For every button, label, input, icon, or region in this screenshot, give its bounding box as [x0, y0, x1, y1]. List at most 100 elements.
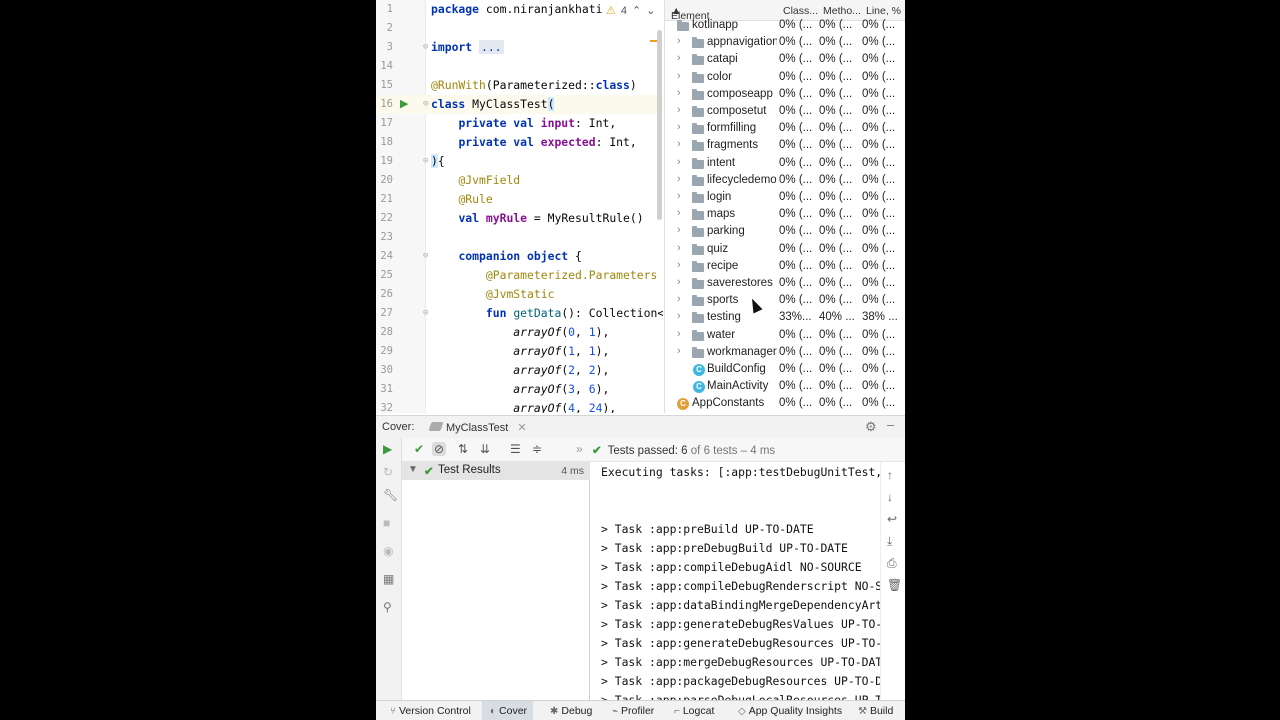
gear-icon[interactable]: ⚙	[865, 419, 877, 435]
line-number[interactable]: 31	[376, 380, 393, 399]
fold-icon[interactable]: ⊖	[423, 304, 428, 323]
line-number[interactable]: 29	[376, 342, 393, 361]
tab-logcat[interactable]: ⌐ Logcat	[674, 701, 714, 720]
line-number[interactable]: 30	[376, 361, 393, 380]
column-method[interactable]: Metho...	[823, 5, 861, 17]
code-text[interactable]: arrayOf(2, 2),	[431, 361, 609, 380]
chevron-right-icon[interactable]: ›	[677, 70, 681, 82]
coverage-row[interactable]: › workmanager 0% (... 0% (... 0% (...	[665, 345, 905, 362]
chevron-right-icon[interactable]: ›	[677, 138, 681, 150]
tab-version-control[interactable]: ⑂ Version Control	[390, 701, 471, 720]
coverage-row[interactable]: › maps 0% (... 0% (... 0% (...	[665, 207, 905, 224]
sort-alpha-icon[interactable]: ⇅	[458, 442, 468, 456]
code-line[interactable]: 32 arrayOf(4, 24),	[376, 399, 663, 413]
code-text[interactable]: arrayOf(0, 1),	[431, 323, 609, 342]
coverage-row[interactable]: › parking 0% (... 0% (... 0% (...	[665, 224, 905, 241]
code-line[interactable]: 31 arrayOf(3, 6),	[376, 380, 663, 399]
code-line[interactable]: 19){⊖	[376, 152, 663, 171]
sort-duration-icon[interactable]: ⇊	[480, 442, 490, 456]
code-text[interactable]: arrayOf(4, 24),	[431, 399, 616, 413]
rerun-failed-icon[interactable]: ↻	[383, 465, 393, 479]
coverage-row[interactable]: › testing 33%... 40% ... 38% ...	[665, 310, 905, 327]
coverage-row[interactable]: kotlinapp 0% (... 0% (... 0% (...	[665, 18, 905, 35]
chevron-up-icon[interactable]: ⌃	[632, 4, 641, 17]
line-number[interactable]: 20	[376, 171, 393, 190]
coverage-row[interactable]: C AppConstants 0% (... 0% (... 0% (...	[665, 396, 905, 413]
code-line[interactable]: 29 arrayOf(1, 1),	[376, 342, 663, 361]
trash-icon[interactable]: 🗑︎	[887, 578, 902, 592]
chevron-right-icon[interactable]: ›	[677, 156, 681, 168]
line-number[interactable]: 21	[376, 190, 393, 209]
coverage-row[interactable]: › color 0% (... 0% (... 0% (...	[665, 70, 905, 87]
expand-all-icon[interactable]: ☰	[510, 442, 521, 456]
code-line[interactable]: 14	[376, 57, 663, 76]
chevron-right-icon[interactable]: ›	[677, 207, 681, 219]
line-number[interactable]: 25	[376, 266, 393, 285]
more-icon[interactable]: »	[576, 442, 583, 456]
code-text[interactable]: import ...	[431, 38, 504, 57]
coverage-row[interactable]: › login 0% (... 0% (... 0% (...	[665, 190, 905, 207]
test-results-root[interactable]: ▼ ✔ Test Results 4 ms	[402, 462, 590, 480]
code-line[interactable]: 3 import ... ⊖	[376, 38, 663, 57]
coverage-row[interactable]: › water 0% (... 0% (... 0% (...	[665, 328, 905, 345]
inspection-widget[interactable]: ⚠ 4 ⌃ ⌄	[602, 4, 656, 17]
chevron-right-icon[interactable]: ›	[677, 173, 681, 185]
line-number[interactable]: 27	[376, 304, 393, 323]
soft-wrap-icon[interactable]: ↩	[887, 512, 897, 526]
code-text[interactable]: private val input: Int,	[431, 114, 616, 133]
code-line[interactable]: 30 arrayOf(2, 2),	[376, 361, 663, 380]
code-line[interactable]: 25 @Parameterized.Parameters	[376, 266, 663, 285]
coverage-row[interactable]: › recipe 0% (... 0% (... 0% (...	[665, 259, 905, 276]
line-number[interactable]: 24	[376, 247, 393, 266]
coverage-row[interactable]: C MainActivity 0% (... 0% (... 0% (...	[665, 379, 905, 396]
chevron-right-icon[interactable]: ›	[677, 121, 681, 133]
print-icon[interactable]: ⎙	[887, 556, 897, 571]
chevron-right-icon[interactable]: ›	[677, 310, 681, 322]
line-number[interactable]: 14	[376, 57, 393, 76]
column-element[interactable]: Element ▲	[671, 5, 710, 22]
eye-icon[interactable]: ◉	[383, 544, 393, 558]
code-line[interactable]: 24 companion object {⊖	[376, 247, 663, 266]
code-text[interactable]: @JvmField	[431, 171, 520, 190]
minimize-icon[interactable]: –	[887, 417, 894, 432]
code-line[interactable]: 28 arrayOf(0, 1),	[376, 323, 663, 342]
show-passed-icon[interactable]: ✔	[414, 442, 424, 456]
tab-build[interactable]: ⚒ Build	[858, 701, 893, 720]
tab-debug[interactable]: ✱ Debug	[550, 701, 592, 720]
fold-icon[interactable]: ⊖	[423, 247, 428, 266]
line-number[interactable]: 26	[376, 285, 393, 304]
line-number[interactable]: 22	[376, 209, 393, 228]
line-number[interactable]: 3	[376, 38, 393, 57]
code-text[interactable]: arrayOf(1, 1),	[431, 342, 609, 361]
arrow-up-icon[interactable]: ↑	[887, 468, 893, 482]
line-number[interactable]: 19	[376, 152, 393, 171]
code-line[interactable]: 23	[376, 228, 663, 247]
arrow-down-icon[interactable]: ↓	[887, 490, 893, 504]
chevron-down-icon[interactable]: ⌄	[646, 4, 655, 17]
stop-icon[interactable]: ■	[383, 516, 390, 530]
code-editor[interactable]: 1 package com.niranjankhati 2 3 import ... ⊖ 1…	[376, 0, 663, 413]
chevron-right-icon[interactable]: ›	[677, 293, 681, 305]
coverage-row[interactable]: › formfilling 0% (... 0% (... 0% (...	[665, 121, 905, 138]
collapse-all-icon[interactable]: ≑	[532, 442, 542, 456]
code-text[interactable]: val myRule = MyResultRule()	[431, 209, 643, 228]
line-number[interactable]: 2	[376, 19, 393, 38]
coverage-row[interactable]: C BuildConfig 0% (... 0% (... 0% (...	[665, 362, 905, 379]
show-ignored-icon[interactable]: ⊘	[432, 442, 447, 456]
code-line[interactable]: 18 private val expected: Int,	[376, 133, 663, 152]
column-line[interactable]: Line, %	[866, 5, 901, 17]
tab-app-quality[interactable]: ◇ App Quality Insights	[738, 701, 842, 720]
tab-myclasstest[interactable]: MyClassTest ✕	[428, 416, 533, 439]
console-output[interactable]: Executing tasks: [:app:testDebugUnitTest…	[591, 462, 880, 700]
code-line[interactable]: 22 val myRule = MyResultRule()	[376, 209, 663, 228]
code-line[interactable]: 16 class MyClassTest(⊖	[376, 95, 663, 114]
line-number[interactable]: 16	[376, 95, 393, 114]
code-text[interactable]: private val expected: Int,	[431, 133, 636, 152]
code-line[interactable]: 26 @JvmStatic	[376, 285, 663, 304]
line-number[interactable]: 17	[376, 114, 393, 133]
code-text[interactable]: class MyClassTest(	[431, 95, 555, 114]
code-line[interactable]: 2	[376, 19, 663, 38]
column-class[interactable]: Class...	[783, 5, 818, 17]
coverage-row[interactable]: › catapi 0% (... 0% (... 0% (...	[665, 52, 905, 69]
line-number[interactable]: 15	[376, 76, 393, 95]
